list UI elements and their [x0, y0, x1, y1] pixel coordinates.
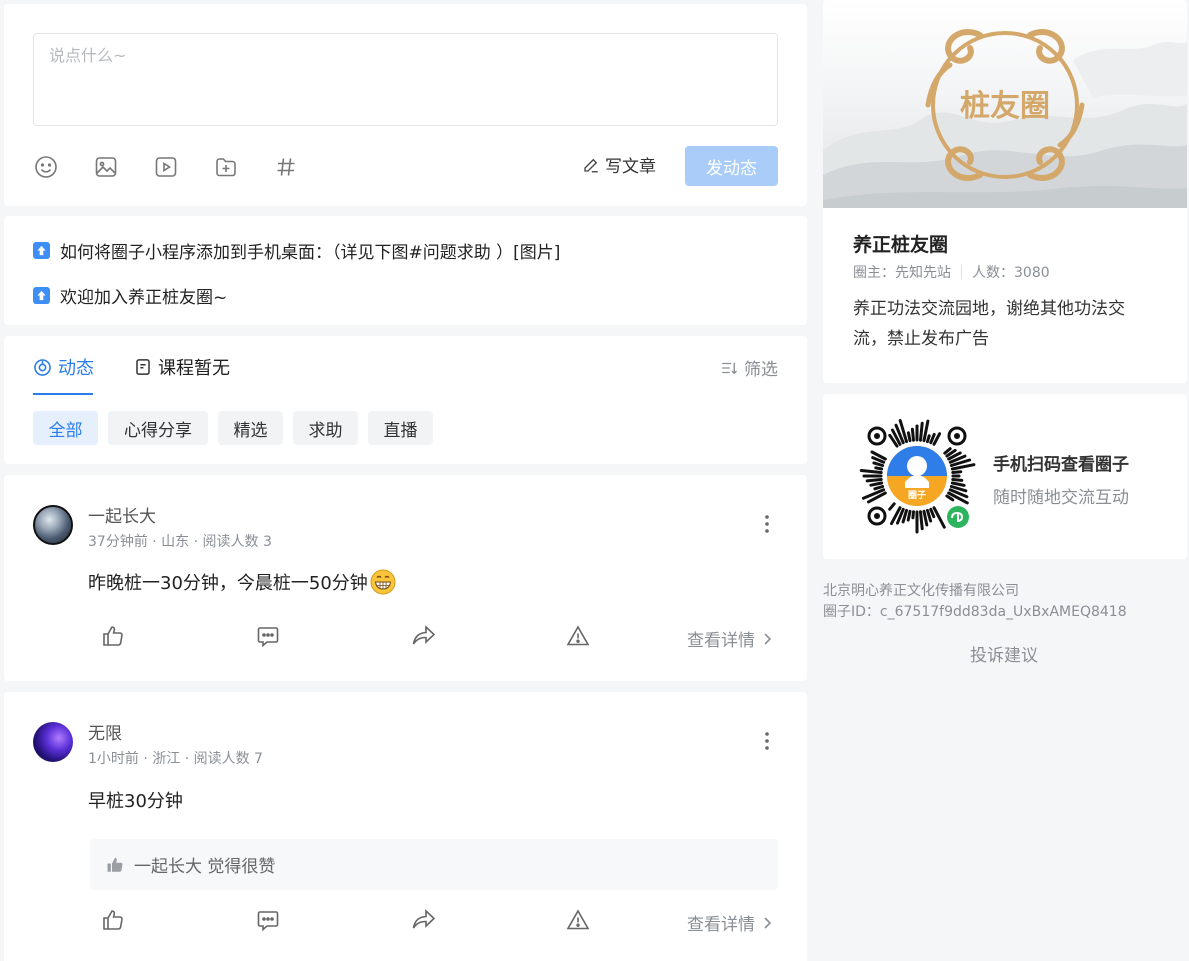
- chip-featured[interactable]: 精选: [218, 411, 283, 445]
- post-card: 一起长大 37分钟前 · 山东 · 阅读人数 3 昨晚桩一30分钟，今晨桩一50…: [4, 475, 807, 681]
- circle-banner: 桩友圈: [823, 0, 1187, 208]
- post-text: 昨晚桩一30分钟，今晨桩一50分钟: [88, 573, 368, 594]
- filter-label: 筛选: [744, 360, 778, 380]
- chip-live[interactable]: 直播: [368, 411, 433, 445]
- post-card: 无限 1小时前 · 浙江 · 阅读人数 7 早桩30分钟 一起长大 觉得很赞 查…: [4, 692, 807, 961]
- avatar[interactable]: [33, 722, 73, 762]
- post-author[interactable]: 无限: [88, 719, 122, 744]
- circle-name: 养正桩友圈: [853, 234, 949, 256]
- view-detail-label: 查看详情: [687, 915, 755, 935]
- course-icon: [136, 359, 150, 375]
- circle-info-card: 桩友圈 养正桩友圈 圈主：先知先站 人数：3080 养正功法交流园地，谢绝其他功…: [823, 0, 1187, 383]
- circle-owner: 圈主：先知先站: [853, 265, 951, 281]
- composer-card: 写文章 发动态: [4, 4, 807, 206]
- post-input[interactable]: [33, 33, 778, 126]
- pinned-notices-card: 如何将圈子小程序添加到手机桌面：（详见下图#问题求助 ）[图片] 欢迎加入养正桩…: [4, 216, 807, 325]
- feed-tabs-card: 动态 课程暂无 筛选 全部 心得分享 精选 求助 直播: [4, 336, 807, 464]
- tab-courses-label: 课程暂无: [158, 358, 230, 379]
- notice-text: 如何将圈子小程序添加到手机桌面：（详见下图#问题求助 ）[图片]: [60, 243, 561, 263]
- tab-feed[interactable]: 动态: [33, 354, 94, 380]
- pinned-notice[interactable]: 如何将圈子小程序添加到手机桌面：（详见下图#问题求助 ）[图片]: [33, 238, 560, 263]
- notice-text: 欢迎加入养正桩友圈~: [60, 288, 228, 308]
- emoji-icon[interactable]: [34, 155, 58, 179]
- post-meta: 37分钟前 · 山东 · 阅读人数 3: [88, 534, 272, 550]
- qr-subtitle: 随时随地交流互动: [993, 488, 1129, 508]
- circle-members: 人数：3080: [972, 265, 1050, 281]
- pin-icon: [33, 242, 50, 259]
- pin-icon: [33, 287, 50, 304]
- write-article-label: 写文章: [605, 157, 656, 177]
- pencil-icon: [584, 158, 598, 172]
- filter-icon: [722, 362, 737, 374]
- post-meta: 1小时前 · 浙江 · 阅读人数 7: [88, 751, 263, 767]
- qr-title: 手机扫码查看圈子: [993, 455, 1129, 475]
- tab-feed-label: 动态: [58, 358, 94, 379]
- like-icon[interactable]: [101, 908, 125, 932]
- hashtag-icon[interactable]: [274, 155, 298, 179]
- likes-summary-text: 一起长大 觉得很赞: [134, 857, 276, 877]
- circle-id: 圈子ID：c_67517f9dd83da_UxBxAMEQ8418: [823, 604, 1127, 620]
- circle-logo: 桩友圈: [925, 29, 1085, 181]
- report-icon[interactable]: [566, 908, 590, 932]
- tab-courses[interactable]: 课程暂无: [134, 354, 230, 380]
- post-actions: 查看详情: [4, 624, 807, 654]
- avatar[interactable]: [33, 505, 73, 545]
- share-icon[interactable]: [411, 908, 437, 932]
- circle-description: 养正功法交流园地，谢绝其他功法交流，禁止发布广告: [853, 299, 1125, 349]
- chevron-right-icon: [764, 632, 771, 645]
- post-actions: 查看详情: [4, 908, 807, 938]
- pinned-notice[interactable]: 欢迎加入养正桩友圈~: [33, 283, 227, 308]
- chip-help[interactable]: 求助: [293, 411, 358, 445]
- chevron-right-icon: [764, 916, 771, 929]
- chip-experience[interactable]: 心得分享: [108, 411, 208, 445]
- likes-summary[interactable]: 一起长大 觉得很赞: [90, 839, 778, 890]
- more-icon[interactable]: [765, 732, 769, 750]
- share-icon[interactable]: [411, 624, 437, 648]
- company-name: 北京明心养正文化传播有限公司: [823, 583, 1019, 599]
- circle-meta: 圈主：先知先站 人数：3080: [853, 262, 1050, 282]
- svg-text:圈子: 圈子: [908, 490, 926, 501]
- post-content[interactable]: 昨晚桩一30分钟，今晨桩一50分钟: [88, 569, 396, 595]
- complaint-link[interactable]: 投诉建议: [970, 641, 1038, 666]
- post-text: 早桩30分钟: [88, 791, 183, 812]
- active-tab-indicator: [33, 393, 93, 395]
- like-icon[interactable]: [101, 624, 125, 648]
- thumbs-up-filled-icon: [107, 857, 123, 872]
- post-author[interactable]: 一起长大: [88, 502, 156, 527]
- view-detail-link[interactable]: 查看详情: [687, 910, 771, 935]
- grinning-emoji-icon: [370, 569, 396, 595]
- feed-icon: [34, 358, 51, 376]
- view-detail-link[interactable]: 查看详情: [687, 626, 771, 651]
- report-icon[interactable]: [566, 624, 590, 648]
- write-article-button[interactable]: 写文章: [582, 152, 656, 177]
- divider: [961, 265, 962, 279]
- file-add-icon[interactable]: [214, 155, 238, 179]
- video-icon[interactable]: [154, 155, 178, 179]
- mini-program-qr-code: 圈子: [859, 419, 976, 534]
- qr-code-card: 圈子 手机扫码查看圈子 随时随地交流互动: [823, 394, 1187, 559]
- view-detail-label: 查看详情: [687, 631, 755, 651]
- post-content[interactable]: 早桩30分钟: [88, 787, 183, 813]
- post-button[interactable]: 发动态: [685, 146, 778, 186]
- logo-text: 桩友圈: [960, 89, 1050, 124]
- more-icon[interactable]: [765, 515, 769, 533]
- chip-all[interactable]: 全部: [33, 411, 98, 445]
- comment-icon[interactable]: [256, 908, 280, 932]
- image-icon[interactable]: [94, 155, 118, 179]
- comment-icon[interactable]: [256, 624, 280, 648]
- filter-button[interactable]: 筛选: [720, 355, 778, 380]
